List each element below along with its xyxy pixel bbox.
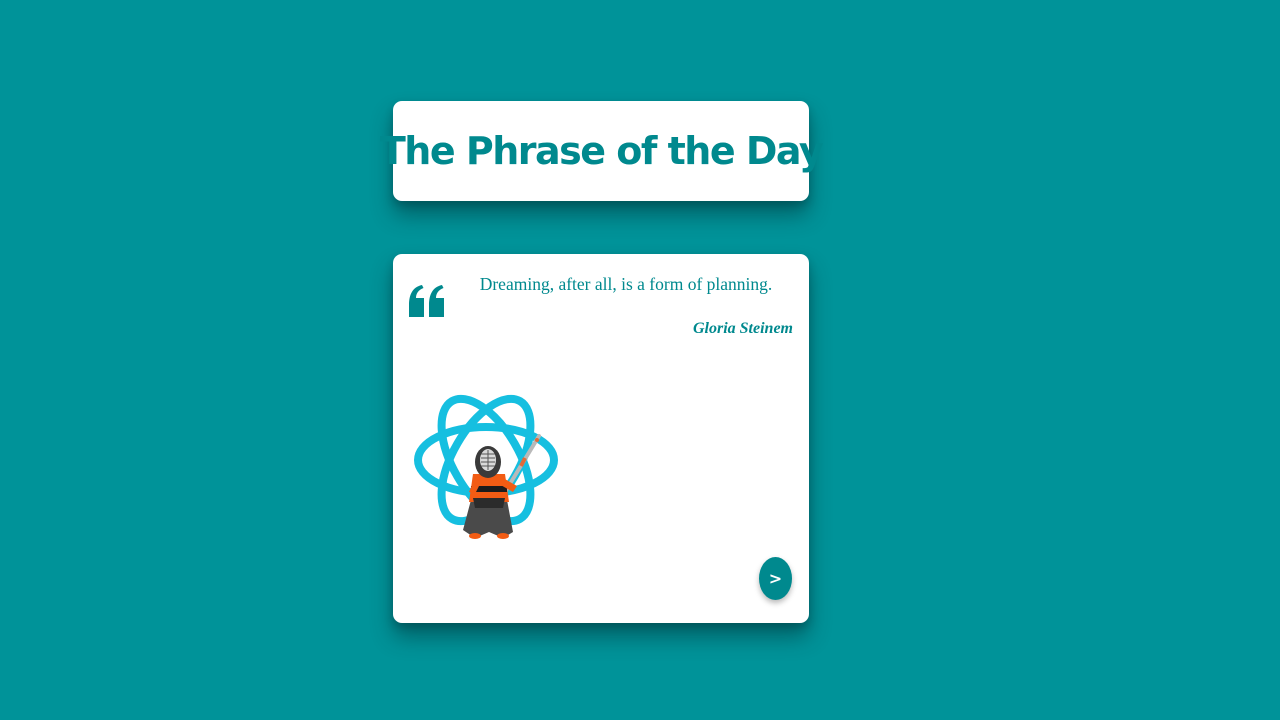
quote-card: Dreaming, after all, is a form of planni…: [393, 254, 809, 623]
react-atom-kendo-fighter-illustration: [414, 394, 558, 539]
title-card: The Phrase of the Day: [380, 101, 824, 201]
quote-author: Gloria Steinem: [692, 320, 793, 337]
quote-icon: [409, 285, 444, 317]
page-title: The Phrase of the Day: [379, 129, 824, 173]
next-quote-button[interactable]: >: [759, 557, 792, 600]
quote-text: Dreaming, after all, is a form of planni…: [479, 274, 773, 294]
